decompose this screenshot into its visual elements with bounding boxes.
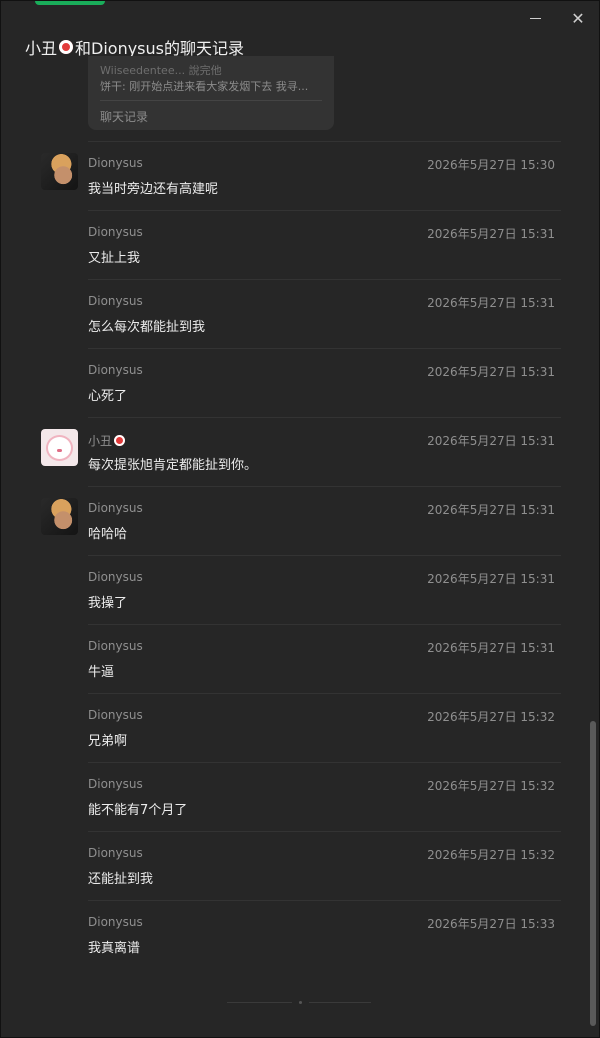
minimize-button[interactable] (523, 7, 547, 29)
message-text: 每次提张旭肯定都能扯到你。 (88, 458, 258, 473)
sender-name: Dionysus (88, 639, 143, 653)
clown-emoji-icon (59, 40, 74, 54)
message-row[interactable]: Dionysus 2026年5月27日 15:31 怎么每次都能扯到我 (1, 279, 589, 348)
message-row[interactable]: Dionysus 2026年5月27日 15:30 我当时旁边还有高建呢 (1, 141, 589, 210)
message-row[interactable]: Dionysus 2026年5月27日 15:31 又扯上我 (1, 210, 589, 279)
message-timestamp: 2026年5月27日 15:31 (427, 296, 555, 310)
message-divider (88, 279, 561, 280)
message-text: 我操了 (88, 596, 128, 611)
message-divider (88, 900, 561, 901)
sender-name: Dionysus (88, 363, 143, 377)
message-timestamp: 2026年5月27日 15:31 (427, 641, 555, 655)
message-text: 哈哈哈 (88, 527, 128, 542)
message-text: 兄弟啊 (88, 734, 128, 749)
message-text: 又扯上我 (88, 251, 141, 266)
message-row[interactable]: Dionysus 2026年5月27日 15:31 哈哈哈 (1, 486, 589, 555)
scrollbar[interactable] (589, 61, 597, 1029)
message-text: 怎么每次都能扯到我 (88, 320, 206, 335)
minimize-icon (529, 17, 541, 19)
message-sender: Dionysus (88, 156, 143, 170)
message-row[interactable]: Dionysus 2026年5月27日 15:32 兄弟啊 (1, 693, 589, 762)
sender-name: Dionysus (88, 294, 143, 308)
message-sender: Dionysus (88, 363, 143, 377)
message-row[interactable]: Dionysus 2026年5月27日 15:31 牛逼 (1, 624, 589, 693)
message-text: 牛逼 (88, 665, 115, 680)
clown-emoji-icon (114, 435, 126, 446)
message-sender: 小丑 (88, 432, 127, 449)
message-timestamp: 2026年5月27日 15:33 (427, 917, 555, 931)
message-timestamp: 2026年5月27日 15:32 (427, 848, 555, 862)
forward-preview-line-2: 饼干: 刚开始点进来看大家发烟下去 我寻... (100, 80, 309, 93)
forwarded-chat-record-card[interactable]: Wiiseedentee... 說完他 饼干: 刚开始点进来看大家发烟下去 我寻… (88, 56, 334, 130)
sender-name: Dionysus (88, 708, 143, 722)
message-divider (88, 348, 561, 349)
message-row[interactable]: Dionysus 2026年5月27日 15:33 我真离谱 (1, 900, 589, 969)
dionysus-avatar[interactable] (41, 498, 78, 535)
message-row[interactable]: Dionysus 2026年5月27日 15:31 我操了 (1, 555, 589, 624)
message-sender: Dionysus (88, 225, 143, 239)
message-timestamp: 2026年5月27日 15:31 (427, 503, 555, 517)
sender-name: Dionysus (88, 777, 143, 791)
close-icon: ✕ (571, 8, 585, 28)
message-text: 心死了 (88, 389, 128, 404)
sender-name: 小丑 (88, 434, 113, 448)
forward-preview-line-1: Wiiseedentee... 說完他 (100, 64, 222, 77)
message-sender: Dionysus (88, 570, 143, 584)
message-divider (88, 141, 561, 142)
message-text: 还能扯到我 (88, 872, 154, 887)
message-divider (88, 555, 561, 556)
message-row[interactable]: Dionysus 2026年5月27日 15:32 还能扯到我 (1, 831, 589, 900)
bottom-line-left (227, 1002, 292, 1003)
sender-name: Dionysus (88, 570, 143, 584)
message-text: 能不能有7个月了 (88, 803, 188, 818)
scrollbar-thumb[interactable] (590, 721, 596, 1026)
message-sender: Dionysus (88, 501, 143, 515)
message-text: 我当时旁边还有高建呢 (88, 182, 219, 197)
dionysus-avatar[interactable] (41, 153, 78, 190)
message-list: Dionysus 2026年5月27日 15:30 我当时旁边还有高建呢 Dionys… (1, 141, 589, 969)
chat-history-window: ✕ 小丑 和Dionysus的聊天记录 Wiiseedentee... 說完他 … (0, 0, 600, 1038)
message-sender: Dionysus (88, 639, 143, 653)
message-timestamp: 2026年5月27日 15:30 (427, 158, 555, 172)
message-row[interactable]: Dionysus 2026年5月27日 15:31 心死了 (1, 348, 589, 417)
message-sender: Dionysus (88, 294, 143, 308)
message-divider (88, 693, 561, 694)
message-divider (88, 762, 561, 763)
message-row[interactable]: 小丑 2026年5月27日 15:31 每次提张旭肯定都能扯到你。 (1, 417, 589, 486)
message-divider (88, 624, 561, 625)
message-timestamp: 2026年5月27日 15:31 (427, 434, 555, 448)
forward-card-divider (100, 100, 322, 101)
title-prefix: 小丑 (25, 39, 58, 58)
message-sender: Dionysus (88, 708, 143, 722)
sender-name: Dionysus (88, 156, 143, 170)
message-divider (88, 417, 561, 418)
sender-name: Dionysus (88, 846, 143, 860)
message-sender: Dionysus (88, 777, 143, 791)
clown-avatar[interactable] (41, 429, 78, 466)
bottom-indicator (227, 1001, 375, 1005)
message-timestamp: 2026年5月27日 15:31 (427, 572, 555, 586)
message-divider (88, 486, 561, 487)
close-button[interactable]: ✕ (566, 7, 590, 29)
top-accent-tab (35, 1, 105, 5)
message-timestamp: 2026年5月27日 15:32 (427, 779, 555, 793)
forward-card-footer: 聊天记录 (100, 110, 149, 124)
message-divider (88, 210, 561, 211)
message-timestamp: 2026年5月27日 15:32 (427, 710, 555, 724)
message-timestamp: 2026年5月27日 15:31 (427, 365, 555, 379)
bottom-dot (299, 1001, 302, 1004)
message-divider (88, 831, 561, 832)
sender-name: Dionysus (88, 225, 143, 239)
sender-name: Dionysus (88, 501, 143, 515)
sender-name: Dionysus (88, 915, 143, 929)
message-row[interactable]: Dionysus 2026年5月27日 15:32 能不能有7个月了 (1, 762, 589, 831)
message-text: 我真离谱 (88, 941, 141, 956)
message-sender: Dionysus (88, 915, 143, 929)
bottom-line-right (309, 1002, 371, 1003)
message-timestamp: 2026年5月27日 15:31 (427, 227, 555, 241)
message-sender: Dionysus (88, 846, 143, 860)
